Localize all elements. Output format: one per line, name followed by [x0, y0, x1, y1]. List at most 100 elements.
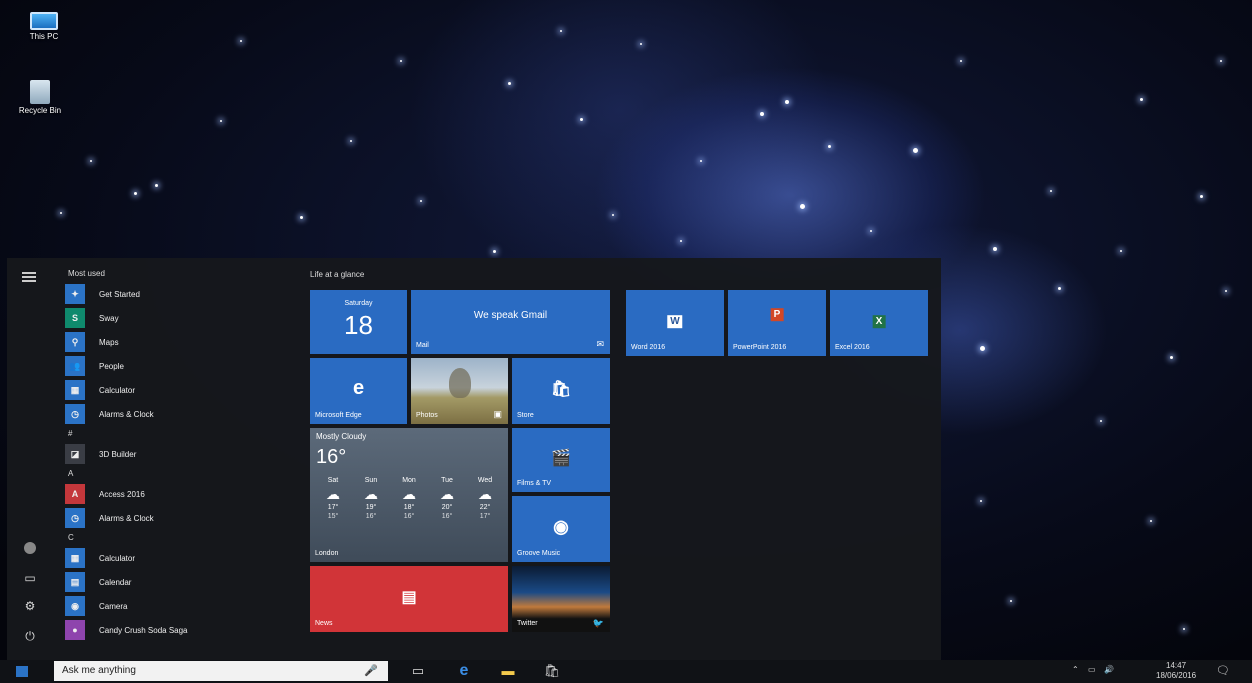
start-button[interactable] [8, 664, 38, 680]
hamburger-menu-icon[interactable] [22, 272, 36, 282]
task-view-icon[interactable]: ▭ [408, 662, 428, 680]
settings-icon[interactable]: ⚙ [21, 598, 39, 614]
cloud-icon: ☁ [402, 486, 416, 502]
star [90, 160, 92, 162]
people-icon: 👥 [65, 356, 85, 376]
power-icon[interactable]: ⏻ [21, 628, 39, 644]
app-label: People [99, 361, 124, 371]
forecast-high: 19° [365, 504, 377, 511]
file-explorer-taskbar-icon[interactable]: ▬ [498, 662, 518, 680]
star [980, 500, 982, 502]
app-label: Maps [99, 337, 119, 347]
forecast-day-name: Mon [402, 477, 416, 484]
file-explorer-icon[interactable]: ▭ [21, 570, 39, 586]
forecast-day-name: Sat [327, 477, 339, 484]
app-list-item[interactable]: ◷ Alarms & Clock [65, 402, 265, 426]
word-tile[interactable]: W Word 2016 [626, 290, 724, 356]
clock-icon: ◷ [65, 404, 85, 424]
microphone-icon[interactable]: 🎤 [364, 661, 378, 681]
app-list-item[interactable]: ▦ Calculator [65, 378, 265, 402]
excel-icon: X [872, 315, 886, 329]
weather-tile[interactable]: Mostly Cloudy 16° Sat ☁ 17° 15° Sun ☁ 19° 16° Mo… [310, 428, 508, 562]
forecast-day-name: Sun [364, 477, 378, 484]
forecast-low: 17° [479, 513, 491, 520]
forecast-day-name: Wed [477, 477, 493, 484]
app-list-item[interactable]: ◉ Camera [65, 594, 265, 618]
this-pc-icon[interactable]: This PC [14, 12, 74, 41]
section-letter[interactable]: # [65, 426, 265, 442]
mail-tile[interactable]: We speak Gmail Mail ✉ [411, 290, 610, 354]
section-letter[interactable]: A [65, 466, 265, 482]
star [1170, 356, 1173, 359]
3d-builder-icon: ◪ [65, 444, 85, 464]
forecast-high: 20° [441, 504, 453, 511]
star [300, 216, 303, 219]
app-list-item[interactable]: 👥 People [65, 354, 265, 378]
star [134, 192, 137, 195]
star [240, 40, 242, 42]
weather-temp: 16° [316, 446, 347, 468]
section-letter[interactable]: C [65, 530, 265, 546]
app-list-item[interactable]: ◷ Alarms & Clock [65, 506, 265, 530]
action-center-icon[interactable]: 🗨 [1216, 664, 1230, 677]
weather-condition: Mostly Cloudy [316, 432, 367, 441]
excel-label: Excel 2016 [835, 344, 870, 351]
photos-tile[interactable]: Photos ▣ [411, 358, 508, 424]
app-label: Calculator [99, 553, 136, 563]
clapperboard-icon: 🎬 [551, 450, 571, 467]
edge-tile[interactable]: e Microsoft Edge [310, 358, 407, 424]
app-list-item[interactable]: ● Candy Crush Soda Saga [65, 618, 265, 642]
films-tv-tile[interactable]: 🎬 Films & TV [512, 428, 610, 492]
clock-date: 18/06/2016 [1156, 671, 1197, 680]
star [60, 212, 62, 214]
network-icon[interactable]: ▭ [1088, 665, 1096, 674]
star [220, 120, 222, 122]
app-list-item[interactable]: ▦ Calculator [65, 546, 265, 570]
app-list-item[interactable]: S Sway [65, 306, 265, 330]
forecast-day: Wed ☁ 22° 17° [468, 476, 502, 521]
app-label: Calculator [99, 385, 136, 395]
store-tile[interactable]: 🛍 Store [512, 358, 610, 424]
calculator-icon: ▦ [65, 548, 85, 568]
tray-chevron-icon[interactable]: ⌃ [1072, 665, 1079, 674]
mail-text: We speak Gmail [473, 310, 548, 321]
news-tile[interactable]: ▤ News [310, 566, 508, 632]
search-box[interactable]: Ask me anything 🎤 [54, 661, 388, 681]
forecast-low: 15° [327, 513, 339, 520]
mail-icon: ✉ [596, 339, 604, 349]
volume-icon[interactable]: 🔊 [1104, 665, 1114, 674]
candy-crush-icon: ● [65, 620, 85, 640]
app-label: Sway [99, 313, 119, 323]
clock[interactable]: 14:47 18/06/2016 [1156, 661, 1196, 681]
star [760, 112, 764, 116]
star [913, 148, 918, 153]
app-list-item[interactable]: A Access 2016 [65, 482, 265, 506]
star [155, 184, 158, 187]
taskbar: Ask me anything 🎤 ▭ e ▬ 🛍 ⌃ ▭ 🔊 14:47 18… [0, 660, 1252, 683]
forecast-high: 18° [403, 504, 415, 511]
star [800, 204, 805, 209]
excel-tile[interactable]: X Excel 2016 [830, 290, 928, 356]
user-avatar-icon[interactable] [21, 540, 39, 556]
calendar-tile[interactable]: Saturday 18 [310, 290, 407, 354]
powerpoint-tile[interactable]: P PowerPoint 2016 [728, 290, 826, 356]
app-label: Camera [99, 601, 128, 611]
twitter-tile[interactable]: Twitter 🐦 [512, 566, 610, 632]
edge-taskbar-icon[interactable]: e [454, 662, 474, 680]
store-bag-icon: 🛍 [550, 381, 572, 398]
app-list-item[interactable]: ⚲ Maps [65, 330, 265, 354]
group-title: Life at a glance [310, 270, 365, 279]
tree-photo-icon [449, 368, 471, 398]
app-list-item[interactable]: ◪ 3D Builder [65, 442, 265, 466]
recycle-bin-icon[interactable]: Recycle Bin [10, 80, 70, 115]
app-list-item[interactable]: ▤ Calendar [65, 570, 265, 594]
star [980, 346, 985, 351]
star [400, 60, 402, 62]
groove-music-tile[interactable]: ◉ Groove Music [512, 496, 610, 562]
app-list-item[interactable]: ✦ Get Started [65, 282, 265, 306]
star [508, 82, 511, 85]
star [1225, 290, 1227, 292]
calculator-icon: ▦ [65, 380, 85, 400]
store-taskbar-icon[interactable]: 🛍 [542, 662, 562, 680]
app-label: 3D Builder [99, 449, 137, 459]
